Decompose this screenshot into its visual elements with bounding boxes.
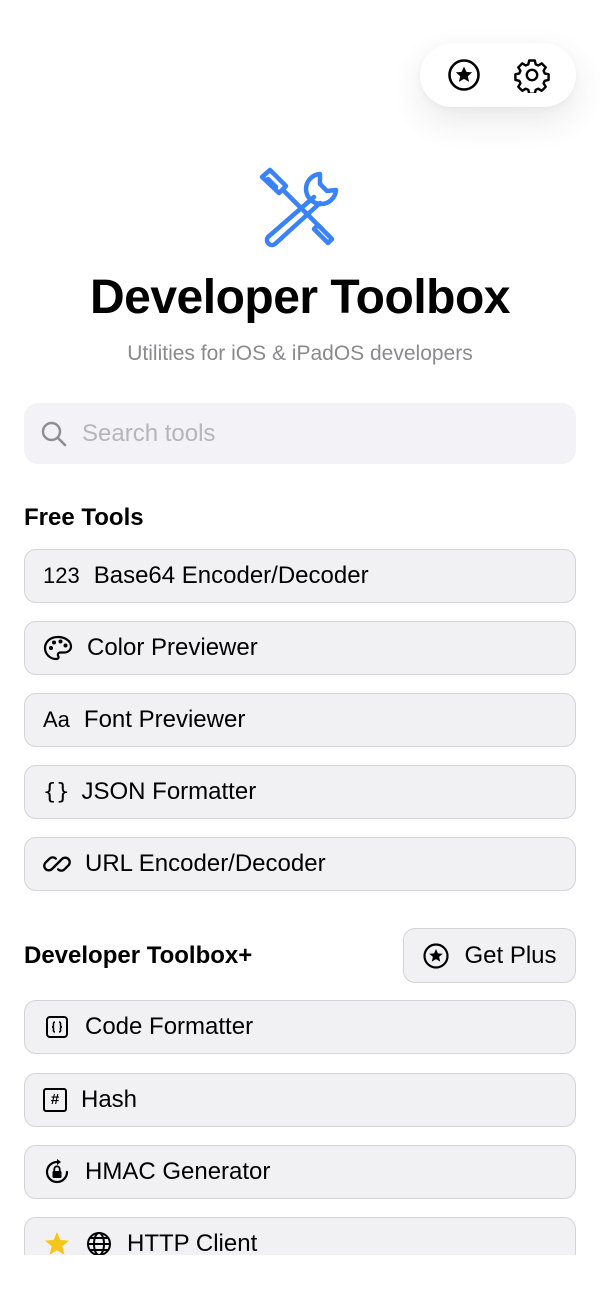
tool-json-formatter[interactable]: {} JSON Formatter [24,765,576,819]
tool-code-formatter[interactable]: Code Formatter [24,1000,576,1054]
top-toolbar [420,43,576,107]
gear-icon [514,59,550,93]
star-circle-icon [448,59,480,91]
globe-icon [85,1230,113,1258]
app-screen: Developer Toolbox Utilities for iOS & iP… [0,0,600,1299]
app-subtitle: Utilities for iOS & iPadOS developers [127,342,473,365]
tool-label: Hash [81,1086,138,1113]
bottom-safe-area [0,1255,600,1299]
wrench-and-screwdriver-icon [259,167,339,248]
tool-label: HTTP Client [127,1230,258,1257]
number-sign-square-icon: # [43,1088,67,1112]
plus-tools-heading: Developer Toolbox+ [24,942,253,969]
lock-rotation-icon [43,1158,71,1186]
palette-icon [43,635,73,661]
get-plus-label: Get Plus [464,941,557,969]
text-icon: Aa [43,707,70,732]
favorite-star-icon [43,1230,71,1258]
favorites-button[interactable] [438,49,490,101]
tool-label: Color Previewer [87,634,258,661]
tool-label: HMAC Generator [85,1158,271,1185]
tool-base64[interactable]: 123 Base64 Encoder/Decoder [24,549,576,603]
star-circle-icon [422,942,450,970]
braces-square-icon [43,1015,71,1039]
tool-label: URL Encoder/Decoder [85,850,326,877]
braces-icon: {} [43,779,70,805]
tool-color-previewer[interactable]: Color Previewer [24,621,576,675]
numbers-icon: 123 [43,563,80,588]
search-icon [41,421,67,446]
tool-label: Font Previewer [83,706,246,733]
tool-label: Code Formatter [85,1013,254,1040]
tool-label: JSON Formatter [81,778,257,805]
get-plus-button[interactable]: Get Plus [403,928,576,983]
tool-hmac-generator[interactable]: HMAC Generator [24,1145,576,1199]
tool-url-encoder[interactable]: URL Encoder/Decoder [24,837,576,891]
search-input[interactable] [82,419,552,448]
free-tools-heading: Free Tools [24,504,144,531]
search-bar[interactable] [24,403,576,464]
settings-button[interactable] [506,49,558,101]
tool-label: Base64 Encoder/Decoder [93,562,369,589]
app-title: Developer Toolbox [89,271,511,324]
tool-hash[interactable]: # Hash [24,1073,576,1127]
link-icon [43,850,71,878]
tool-font-previewer[interactable]: Aa Font Previewer [24,693,576,747]
